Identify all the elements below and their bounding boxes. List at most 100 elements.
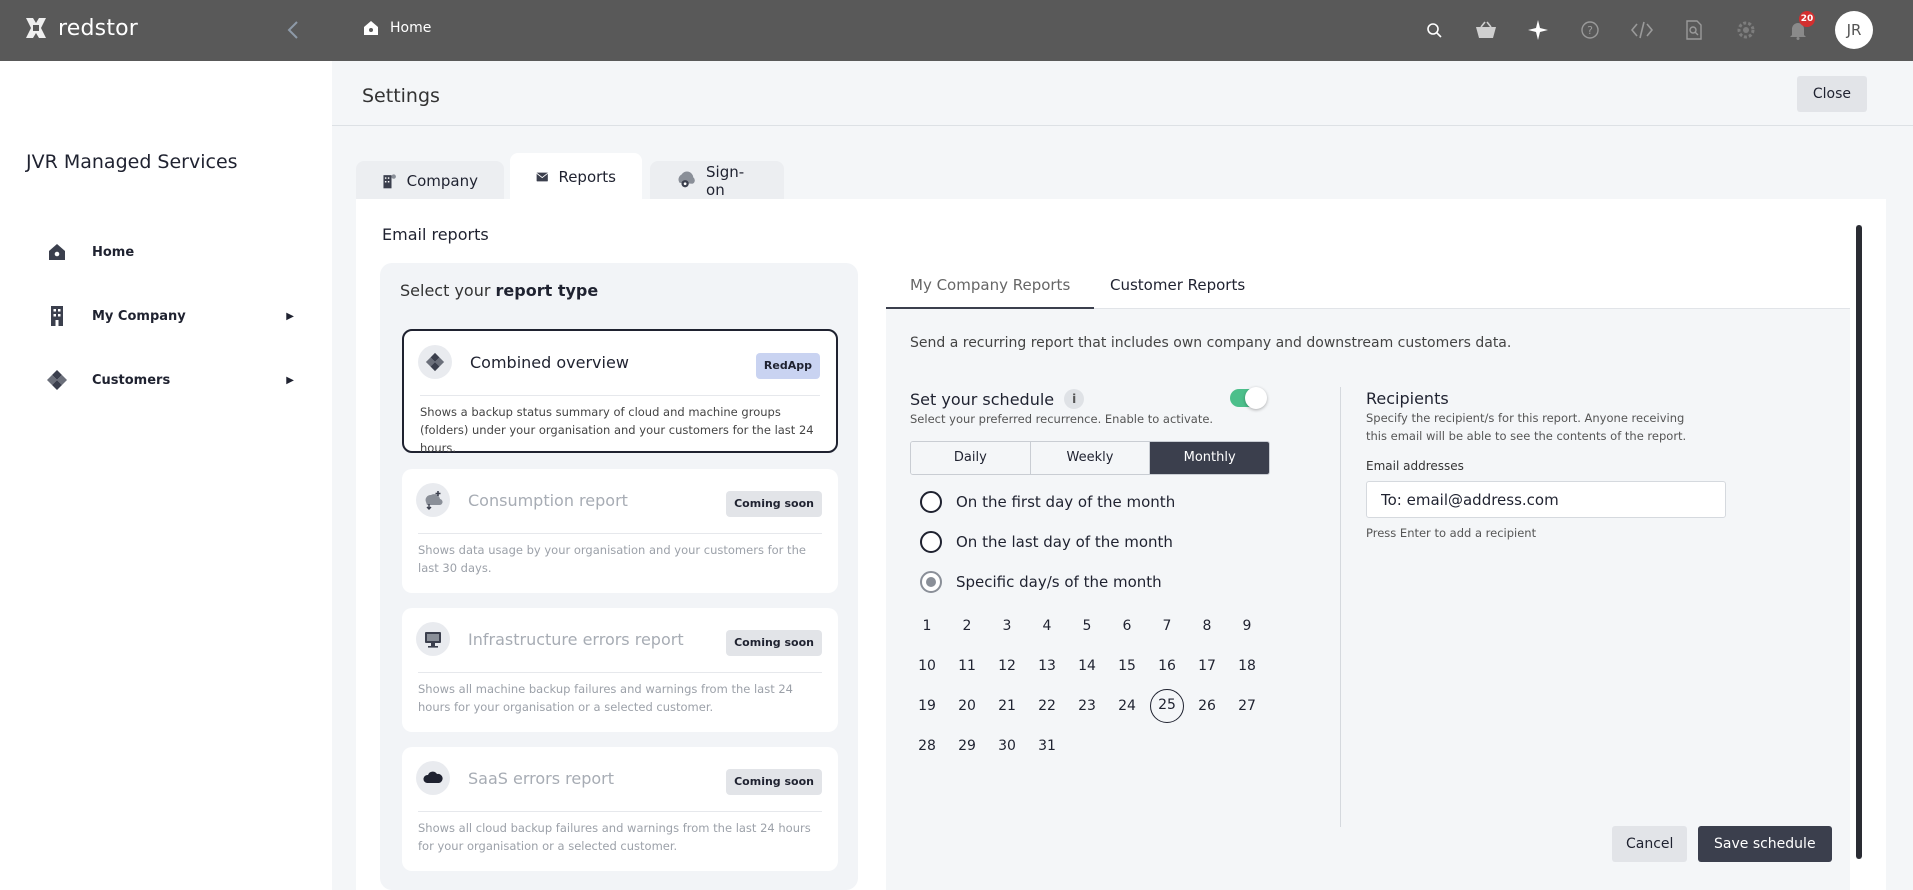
notifications-button[interactable]: 20 [1783, 10, 1815, 50]
settings-button[interactable] [1731, 10, 1761, 50]
sidebar-item-my-company[interactable]: My Company ▶ [44, 298, 294, 334]
redstor-logo-icon [26, 18, 46, 38]
card-divider [418, 811, 822, 812]
option-first-day[interactable]: On the first day of the month [920, 491, 1175, 513]
report-scope-tabs: My Company Reports Customer Reports [886, 263, 1850, 309]
email-addresses-input[interactable] [1366, 481, 1726, 518]
day-27[interactable]: 27 [1230, 689, 1264, 723]
search-button[interactable] [1419, 10, 1449, 50]
caret-right-icon[interactable]: ▶ [286, 311, 294, 322]
day-8[interactable]: 8 [1190, 609, 1224, 643]
reports-panel: Email reports Select your report type Co… [356, 199, 1886, 890]
radio-button-checked[interactable] [920, 571, 942, 593]
recipients-description: Specify the recipient/s for this report.… [1366, 411, 1687, 443]
report-type-heading: Select your report type [400, 281, 598, 300]
sidebar-item-customers[interactable]: Customers ▶ [44, 362, 294, 398]
day-2[interactable]: 2 [950, 609, 984, 643]
day-24[interactable]: 24 [1110, 689, 1144, 723]
tab-reports[interactable]: Reports [510, 153, 642, 201]
day-14[interactable]: 14 [1070, 649, 1104, 683]
schedule-enabled-toggle[interactable] [1230, 387, 1267, 409]
tab-company[interactable]: Company [356, 161, 504, 201]
sparkle-icon [1528, 20, 1548, 40]
help-icon: ? [1581, 21, 1599, 39]
envelope-icon [536, 172, 549, 182]
report-name: Infrastructure errors report [468, 630, 684, 649]
developer-button[interactable] [1627, 10, 1657, 50]
day-29[interactable]: 29 [950, 729, 984, 763]
day-23[interactable]: 23 [1070, 689, 1104, 723]
day-5[interactable]: 5 [1070, 609, 1104, 643]
help-button[interactable]: ? [1575, 10, 1605, 50]
sidebar-item-home[interactable]: Home [44, 234, 294, 270]
header-divider [332, 125, 1913, 126]
tab-my-company-reports[interactable]: My Company Reports [886, 263, 1095, 309]
report-type-list: Select your report type Combined overvie… [380, 263, 858, 890]
info-icon[interactable]: i [1064, 389, 1085, 409]
coming-soon-badge: Coming soon [726, 491, 822, 517]
schedule-title: Set your schedule i [910, 389, 1085, 409]
radio-button[interactable] [920, 491, 942, 513]
audit-search-button[interactable] [1679, 10, 1709, 50]
day-9[interactable]: 9 [1230, 609, 1264, 643]
save-schedule-button[interactable]: Save schedule [1698, 826, 1832, 862]
combined-overview-icon [418, 345, 452, 379]
day-15[interactable]: 15 [1110, 649, 1144, 683]
recurrence-daily[interactable]: Daily [911, 442, 1031, 474]
basket-button[interactable] [1471, 10, 1501, 50]
day-25[interactable]: 25 [1150, 689, 1184, 723]
tab-sign-on[interactable]: Sign-on [650, 161, 784, 201]
breadcrumb[interactable]: Home [362, 19, 431, 37]
cancel-button[interactable]: Cancel [1612, 826, 1688, 862]
schedule-config: Send a recurring report that includes ow… [886, 309, 1850, 890]
sidebar-item-label: My Company [92, 308, 186, 324]
collapse-sidebar-button[interactable] [284, 16, 304, 44]
day-11[interactable]: 11 [950, 649, 984, 683]
building-icon [44, 305, 70, 327]
ai-assistant-button[interactable] [1523, 10, 1553, 50]
day-22[interactable]: 22 [1030, 689, 1064, 723]
report-description: Shows a backup status summary of cloud a… [420, 405, 814, 455]
scrollbar-thumb[interactable] [1856, 225, 1862, 859]
brand-logo[interactable]: redstor [22, 14, 138, 42]
day-20[interactable]: 20 [950, 689, 984, 723]
user-avatar[interactable]: JR [1835, 11, 1873, 49]
heading-prefix: Select your [400, 281, 491, 300]
option-label: On the last day of the month [956, 533, 1173, 551]
recipient-hint: Press Enter to add a recipient [1366, 526, 1537, 540]
day-16[interactable]: 16 [1150, 649, 1184, 683]
day-4[interactable]: 4 [1030, 609, 1064, 643]
coming-soon-badge: Coming soon [726, 769, 822, 795]
top-bar: redstor Home ? 20 JR [0, 0, 1913, 61]
day-3[interactable]: 3 [990, 609, 1024, 643]
day-13[interactable]: 13 [1030, 649, 1064, 683]
tab-customer-reports[interactable]: Customer Reports [1110, 263, 1245, 309]
recurrence-weekly[interactable]: Weekly [1030, 442, 1151, 474]
day-31[interactable]: 31 [1030, 729, 1064, 763]
home-icon [44, 242, 70, 262]
day-7[interactable]: 7 [1150, 609, 1184, 643]
day-12[interactable]: 12 [990, 649, 1024, 683]
radio-button[interactable] [920, 531, 942, 553]
close-button[interactable]: Close [1796, 76, 1867, 112]
tab-label: Reports [558, 168, 616, 186]
day-1[interactable]: 1 [910, 609, 944, 643]
recurrence-monthly[interactable]: Monthly [1150, 442, 1269, 474]
schedule-subtitle: Select your preferred recurrence. Enable… [910, 412, 1214, 426]
panel-title: Email reports [382, 225, 489, 244]
day-26[interactable]: 26 [1190, 689, 1224, 723]
day-17[interactable]: 17 [1190, 649, 1224, 683]
breadcrumb-home[interactable]: Home [390, 20, 431, 36]
day-19[interactable]: 19 [910, 689, 944, 723]
card-divider [418, 533, 822, 534]
day-28[interactable]: 28 [910, 729, 944, 763]
day-30[interactable]: 30 [990, 729, 1024, 763]
day-10[interactable]: 10 [910, 649, 944, 683]
day-18[interactable]: 18 [1230, 649, 1264, 683]
option-specific-days[interactable]: Specific day/s of the month [920, 571, 1162, 593]
day-6[interactable]: 6 [1110, 609, 1144, 643]
report-card-combined-overview[interactable]: Combined overview RedApp Shows a backup … [402, 329, 838, 455]
option-last-day[interactable]: On the last day of the month [920, 531, 1173, 553]
day-21[interactable]: 21 [990, 689, 1024, 723]
caret-right-icon[interactable]: ▶ [286, 375, 294, 386]
